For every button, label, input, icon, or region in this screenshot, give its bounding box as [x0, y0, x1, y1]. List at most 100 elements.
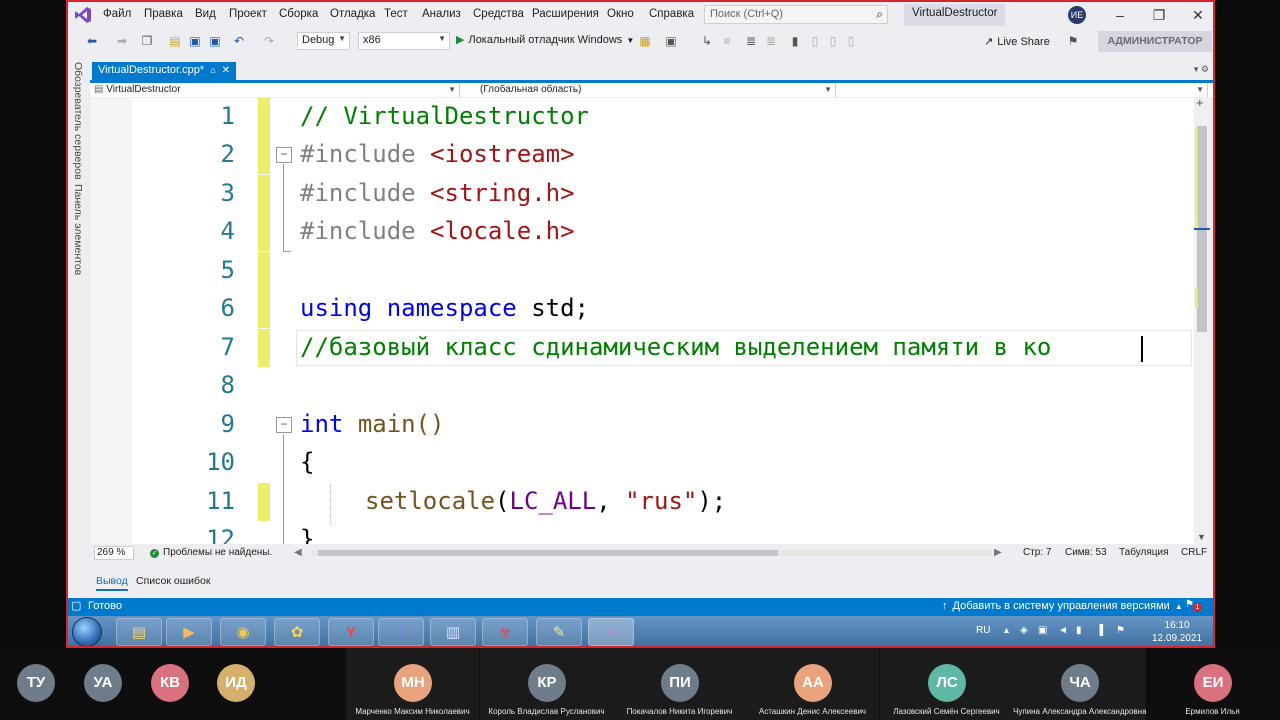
start-button-icon[interactable] — [72, 617, 102, 646]
network-icon[interactable]: ▣ — [1038, 625, 1047, 636]
chevron-up-icon[interactable]: ▴ — [1004, 625, 1009, 636]
search-input[interactable]: Поиск (Ctrl+Q) ⌕ — [704, 5, 888, 24]
platform-select[interactable]: x86 ▼ — [358, 32, 450, 50]
battery-icon[interactable]: ▮ — [1076, 625, 1082, 636]
app-icon[interactable]: ✿ — [274, 618, 320, 646]
comment-icon[interactable]: ≣ — [744, 34, 758, 48]
save-icon[interactable]: ▣ — [188, 34, 202, 48]
chrome-icon[interactable]: ◉ — [220, 618, 266, 646]
hot-reload-icon[interactable]: ▦ — [638, 34, 652, 48]
minimize-icon[interactable]: – — [1106, 5, 1134, 25]
forward-icon[interactable]: ➡ — [115, 34, 129, 48]
toolbox-tab[interactable]: Панель элементов — [72, 184, 84, 275]
server-explorer-tab[interactable]: Обозреватель серверов — [72, 62, 84, 180]
config-select[interactable]: Debug ▼ — [297, 32, 350, 50]
prev-bookmark-icon[interactable]: ▯ — [808, 34, 822, 48]
volume-icon[interactable]: ◄ — [1058, 625, 1068, 636]
new-item-icon[interactable]: ❐ — [140, 34, 154, 48]
tab-error-list[interactable]: Список ошибок — [136, 575, 210, 587]
add-to-source-control-button[interactable]: ↑ Добавить в систему управления версиями ▲ — [942, 600, 1183, 612]
undo-icon[interactable]: ↶ — [232, 34, 246, 48]
participant-tile[interactable]: ЛС Лазовский Семён Сергеевич — [880, 648, 1013, 720]
participant-tile[interactable]: ЧА Чупина Александра Александровна — [1013, 648, 1146, 720]
tab-virtualdestructor-cpp[interactable]: VirtualDestructor.cpp* ⌂ ✕ — [92, 62, 237, 80]
eol-indicator[interactable]: CRLF — [1181, 547, 1207, 558]
fold-collapse-icon[interactable]: − — [276, 147, 292, 163]
scrollbar-thumb[interactable] — [318, 550, 778, 556]
feedback-icon[interactable]: ⚑ — [1066, 34, 1080, 48]
indent-indicator[interactable]: Табуляция — [1119, 547, 1169, 558]
step-into-icon[interactable]: ↳ — [700, 34, 714, 48]
tab-output[interactable]: Вывод — [96, 575, 128, 591]
menu-help[interactable]: Справка — [649, 8, 694, 20]
issues-indicator[interactable]: ✓ Проблемы не найдены. — [150, 547, 272, 558]
menu-view[interactable]: Вид — [195, 8, 216, 20]
close-icon[interactable]: ✕ — [1184, 5, 1212, 25]
redo-icon[interactable]: ↷ — [262, 34, 276, 48]
close-tab-icon[interactable]: ✕ — [222, 65, 230, 76]
fold-collapse-icon[interactable]: − — [276, 417, 292, 433]
participant-tile[interactable]: КВ — [151, 648, 227, 720]
open-folder-icon[interactable]: ▤ — [168, 34, 182, 48]
participant-tile[interactable]: ПИ Покачалов Никита Игоревич — [613, 648, 746, 720]
teams-icon[interactable]: T — [378, 618, 424, 646]
scroll-left-icon[interactable]: ◀ — [294, 547, 302, 558]
participant-tile[interactable]: МН Марченко Максим Николаевич — [346, 648, 479, 720]
participant-tile[interactable]: АА Асташкин Денис Алексеевич — [746, 648, 879, 720]
menu-window[interactable]: Окно — [607, 8, 634, 20]
camera-icon[interactable]: ▣ — [664, 34, 678, 48]
vertical-scrollbar[interactable]: + ▼ — [1194, 98, 1210, 544]
teams-tray-icon[interactable]: ◈ — [1020, 625, 1028, 636]
clear-bookmarks-icon[interactable]: ▯ — [844, 34, 858, 48]
participant-tile[interactable]: ТУ — [17, 648, 93, 720]
pin-icon[interactable]: ⌂ — [210, 65, 215, 75]
notifications-bell-icon[interactable]: ⚑ 1 — [1185, 599, 1202, 613]
save-all-icon[interactable]: ▣ — [208, 34, 222, 48]
menu-project[interactable]: Проект — [229, 8, 267, 20]
tab-overflow-icon[interactable]: ▾ ⚙ — [1194, 64, 1209, 75]
menu-test[interactable]: Тест — [384, 8, 408, 20]
step-over-icon[interactable]: ≡ — [720, 34, 734, 48]
menu-extensions[interactable]: Расширения — [532, 8, 599, 20]
menu-tools[interactable]: Средства — [473, 8, 524, 20]
visual-studio-taskbar-icon[interactable]: ∞ — [588, 618, 634, 646]
signal-icon[interactable]: ▐ — [1096, 625, 1103, 636]
bookmark-icon[interactable]: ▮ — [788, 34, 802, 48]
acrobat-icon[interactable]: ☣ — [482, 618, 528, 646]
back-icon[interactable]: ⬅ — [85, 34, 99, 48]
paint-icon[interactable]: ✎ — [536, 618, 582, 646]
participant-tile[interactable]: ЕИ Ермилов Илья — [1146, 648, 1279, 720]
start-debugging-button[interactable]: ▶ Локальный отладчик Windows ▼ — [456, 33, 634, 46]
maximize-icon[interactable]: ❐ — [1145, 5, 1173, 25]
zoom-select[interactable]: 269 % — [94, 546, 134, 560]
split-icon[interactable]: + — [1196, 98, 1204, 110]
visual-studio-window: Файл Правка Вид Проект Сборка Отладка Те… — [66, 0, 1215, 648]
language-indicator[interactable]: RU — [976, 625, 990, 636]
participant-avatar: ЧА — [1061, 664, 1099, 702]
scroll-right-icon[interactable]: ▶ — [994, 547, 1002, 558]
participant-tile[interactable]: ИД — [217, 648, 293, 720]
uncomment-icon[interactable]: ≣ — [764, 34, 778, 48]
menu-analyze[interactable]: Анализ — [422, 8, 461, 20]
explorer-icon[interactable]: ▤ — [116, 618, 162, 646]
yandex-icon[interactable]: Y — [328, 618, 374, 646]
media-player-icon[interactable]: ▶ — [166, 618, 212, 646]
participant-tile[interactable]: УА — [84, 648, 160, 720]
chevron-down-icon[interactable]: ▼ — [1197, 532, 1206, 542]
menu-build[interactable]: Сборка — [279, 8, 318, 20]
clock[interactable]: 16:10 12.09.2021 — [1152, 619, 1202, 645]
menu-edit[interactable]: Правка — [144, 8, 183, 20]
avatar[interactable]: ИЕ — [1068, 6, 1086, 24]
menu-debug[interactable]: Отладка — [330, 8, 375, 20]
scope-dropdown[interactable]: (Глобальная область) ▼ — [462, 83, 836, 97]
horizontal-scrollbar[interactable] — [312, 550, 992, 556]
next-bookmark-icon[interactable]: ▯ — [826, 34, 840, 48]
live-share-button[interactable]: ↗ Live Share — [984, 35, 1050, 48]
menu-file[interactable]: Файл — [103, 8, 131, 20]
notepad-icon[interactable]: ▥ — [430, 618, 476, 646]
participant-tile[interactable]: КР Король Владислав Русланович — [480, 648, 613, 720]
project-dropdown[interactable]: ▤ VirtualDestructor ▼ — [90, 83, 460, 97]
action-center-icon[interactable]: ⚑ — [1116, 625, 1125, 636]
member-dropdown[interactable]: ▼ — [838, 83, 1208, 97]
code-editor[interactable]: 1 // VirtualDestructor 2 − #include <ios… — [90, 98, 1210, 544]
